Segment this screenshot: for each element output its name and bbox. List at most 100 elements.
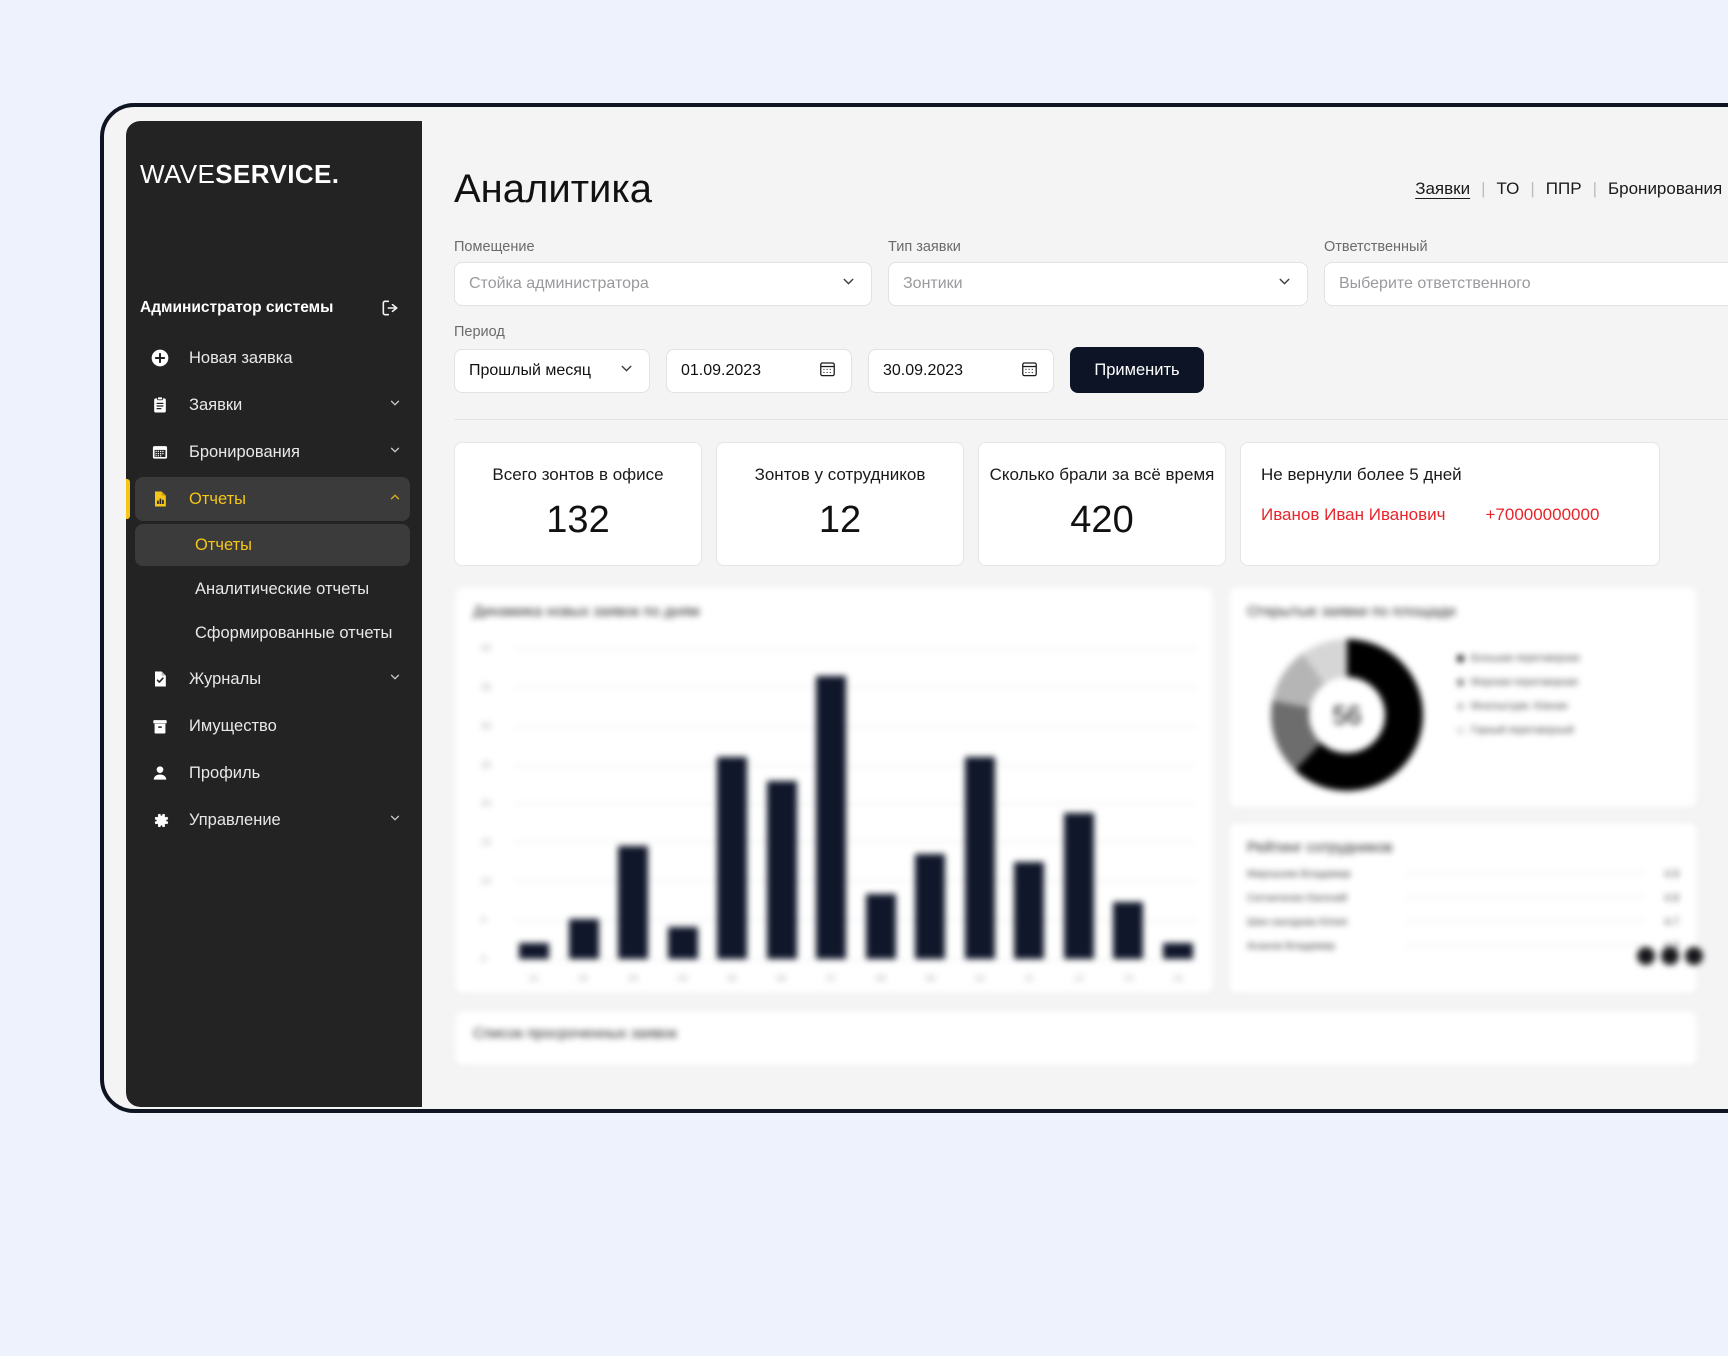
- bar-chart-plot: 40 35 30 25 20 15 10 5 0 010203040506070…: [473, 635, 1199, 959]
- filter-responsible-value: Выберите ответственного: [1339, 275, 1531, 293]
- sidebar-item-label: Новая заявка: [189, 349, 410, 368]
- brand-logo-bold: SERVICE.: [215, 159, 339, 189]
- bar: [816, 676, 846, 960]
- x-tick: 06: [767, 973, 797, 983]
- sidebar-item-requests[interactable]: Заявки: [135, 383, 410, 427]
- plus-circle-icon: [149, 347, 171, 369]
- rating-rows: Мирошник Владимир4.9Ситниченко Евгений4.…: [1247, 868, 1679, 952]
- calendar-icon[interactable]: [1020, 359, 1039, 383]
- filter-room-label: Помещение: [454, 239, 872, 255]
- top-nav-item-requests[interactable]: Заявки: [1404, 179, 1481, 199]
- x-tick: 08: [866, 973, 896, 983]
- legend-label: Большая переговорная: [1471, 653, 1580, 664]
- donut-legend-item: Большая переговорная: [1457, 653, 1580, 664]
- brand-logo[interactable]: WAVESERVICE.: [140, 159, 422, 190]
- donut-legend: Большая переговорнаяМорская переговорная…: [1457, 653, 1580, 749]
- x-tick: 12: [1064, 973, 1094, 983]
- date-to-input[interactable]: 30.09.2023: [868, 349, 1054, 393]
- bar: [1064, 813, 1094, 959]
- filter-row-primary: Помещение Стойка администратора Тип заяв…: [454, 239, 1728, 306]
- box-icon: [149, 715, 171, 737]
- overdue-list-title: Список просроченных заявок: [473, 1025, 1679, 1042]
- chevron-down-icon: [388, 443, 402, 462]
- filter-period-group: Период Прошлый месяц 01.09.2023: [454, 324, 1728, 393]
- sidebar: WAVESERVICE. Администратор системы Новая…: [126, 121, 422, 1107]
- logout-icon[interactable]: [380, 298, 400, 318]
- top-bar: Аналитика Заявки | ТО | ППР | Бронирован…: [454, 163, 1728, 209]
- donut-center-value: 56: [1271, 639, 1423, 791]
- sidebar-subitem-analytical-reports[interactable]: Аналитические отчеты: [135, 568, 410, 610]
- rating-panel-title: Рейтинг сотрудников: [1247, 839, 1679, 856]
- top-nav-item-ppr[interactable]: ППР: [1535, 179, 1593, 199]
- date-to-value: 30.09.2023: [883, 362, 963, 380]
- sidebar-subitem-generated-reports[interactable]: Сформированные отчеты: [135, 612, 410, 654]
- top-nav-item-bookings[interactable]: Бронирования: [1597, 179, 1728, 199]
- x-tick: 05: [717, 973, 747, 983]
- bar-chart-title: Динамика новых заявок по дням: [473, 603, 1195, 620]
- filter-responsible-select[interactable]: Выберите ответственного: [1324, 262, 1728, 306]
- calendar-icon[interactable]: [818, 359, 837, 383]
- top-nav-item-to[interactable]: ТО: [1486, 179, 1531, 199]
- legend-label: Горный переговорный: [1471, 725, 1574, 736]
- bar: [965, 757, 995, 960]
- avatar: [1661, 947, 1679, 965]
- x-tick: 11: [1014, 973, 1044, 983]
- rating-row: Асанов Владимир4.0: [1247, 940, 1679, 952]
- clipboard-icon: [149, 394, 171, 416]
- gear-icon: [149, 809, 171, 831]
- section-divider: [454, 419, 1728, 420]
- donut-chart-panel: Открытые заявки по площади 56 Большая пе…: [1228, 586, 1698, 808]
- y-tick: 5: [481, 915, 486, 925]
- sidebar-item-profile[interactable]: Профиль: [135, 751, 410, 795]
- apply-button[interactable]: Применить: [1070, 347, 1204, 393]
- kpi-card-total-umbrellas: Всего зонтов в офисе 132: [454, 442, 702, 566]
- period-preset-select[interactable]: Прошлый месяц: [454, 349, 650, 393]
- sidebar-item-reports[interactable]: Отчеты: [135, 477, 410, 521]
- bar: [618, 846, 648, 959]
- rating-avatars: [1637, 947, 1703, 965]
- rating-row: Шин-заходова Юлия4.7: [1247, 916, 1679, 928]
- kpi-cards: Всего зонтов в офисе 132 Зонтов у сотруд…: [454, 442, 1728, 566]
- filter-responsible-label: Ответственный: [1324, 239, 1728, 255]
- legend-color-dot: [1457, 703, 1464, 710]
- filter-room-select[interactable]: Стойка администратора: [454, 262, 872, 306]
- chevron-down-icon: [388, 396, 402, 415]
- sidebar-item-property[interactable]: Имущество: [135, 704, 410, 748]
- lower-panels: Динамика новых заявок по дням: [454, 586, 1728, 994]
- filter-room: Помещение Стойка администратора: [454, 239, 872, 306]
- sidebar-item-management[interactable]: Управление: [135, 798, 410, 842]
- overdue-person-name: Иванов Иван Иванович: [1261, 505, 1445, 525]
- sidebar-item-bookings[interactable]: Бронирования: [135, 430, 410, 474]
- overdue-person-phone: +70000000000: [1485, 505, 1599, 525]
- right-column: Открытые заявки по площади 56 Большая пе…: [1228, 586, 1698, 994]
- y-tick: 0: [481, 954, 486, 964]
- x-axis-ticks: 0102030405060708091011121314: [519, 973, 1193, 983]
- x-tick: 13: [1113, 973, 1143, 983]
- app-window: WAVESERVICE. Администратор системы Новая…: [126, 121, 1728, 1107]
- sidebar-user-row: Администратор системы: [126, 298, 422, 318]
- report-chart-icon: [149, 488, 171, 510]
- bar-series: [519, 635, 1193, 959]
- x-tick: 07: [816, 973, 846, 983]
- donut-legend-item: Мозгоштурм. Южная: [1457, 701, 1580, 712]
- date-from-input[interactable]: 01.09.2023: [666, 349, 852, 393]
- y-tick: 35: [481, 682, 491, 692]
- bar: [866, 894, 896, 959]
- user-icon: [149, 762, 171, 784]
- rating-name: Асанов Владимир: [1247, 940, 1397, 952]
- x-tick: 02: [569, 973, 599, 983]
- bar: [569, 919, 599, 960]
- bar: [717, 757, 747, 960]
- filter-request-type-select[interactable]: Зонтики: [888, 262, 1308, 306]
- y-tick: 15: [481, 837, 491, 847]
- bar-chart-title-text: Динамика новых заявок по дням: [473, 603, 700, 620]
- sidebar-item-new-request[interactable]: Новая заявка: [135, 336, 410, 380]
- x-tick: 04: [668, 973, 698, 983]
- sidebar-item-journals[interactable]: Журналы: [135, 657, 410, 701]
- filter-row-period: Прошлый месяц 01.09.2023: [454, 347, 1728, 393]
- filter-room-value: Стойка администратора: [469, 275, 649, 293]
- sidebar-subitem-reports[interactable]: Отчеты: [135, 524, 410, 566]
- filter-request-type-label: Тип заявки: [888, 239, 1308, 255]
- legend-color-dot: [1457, 727, 1464, 734]
- avatar: [1685, 947, 1703, 965]
